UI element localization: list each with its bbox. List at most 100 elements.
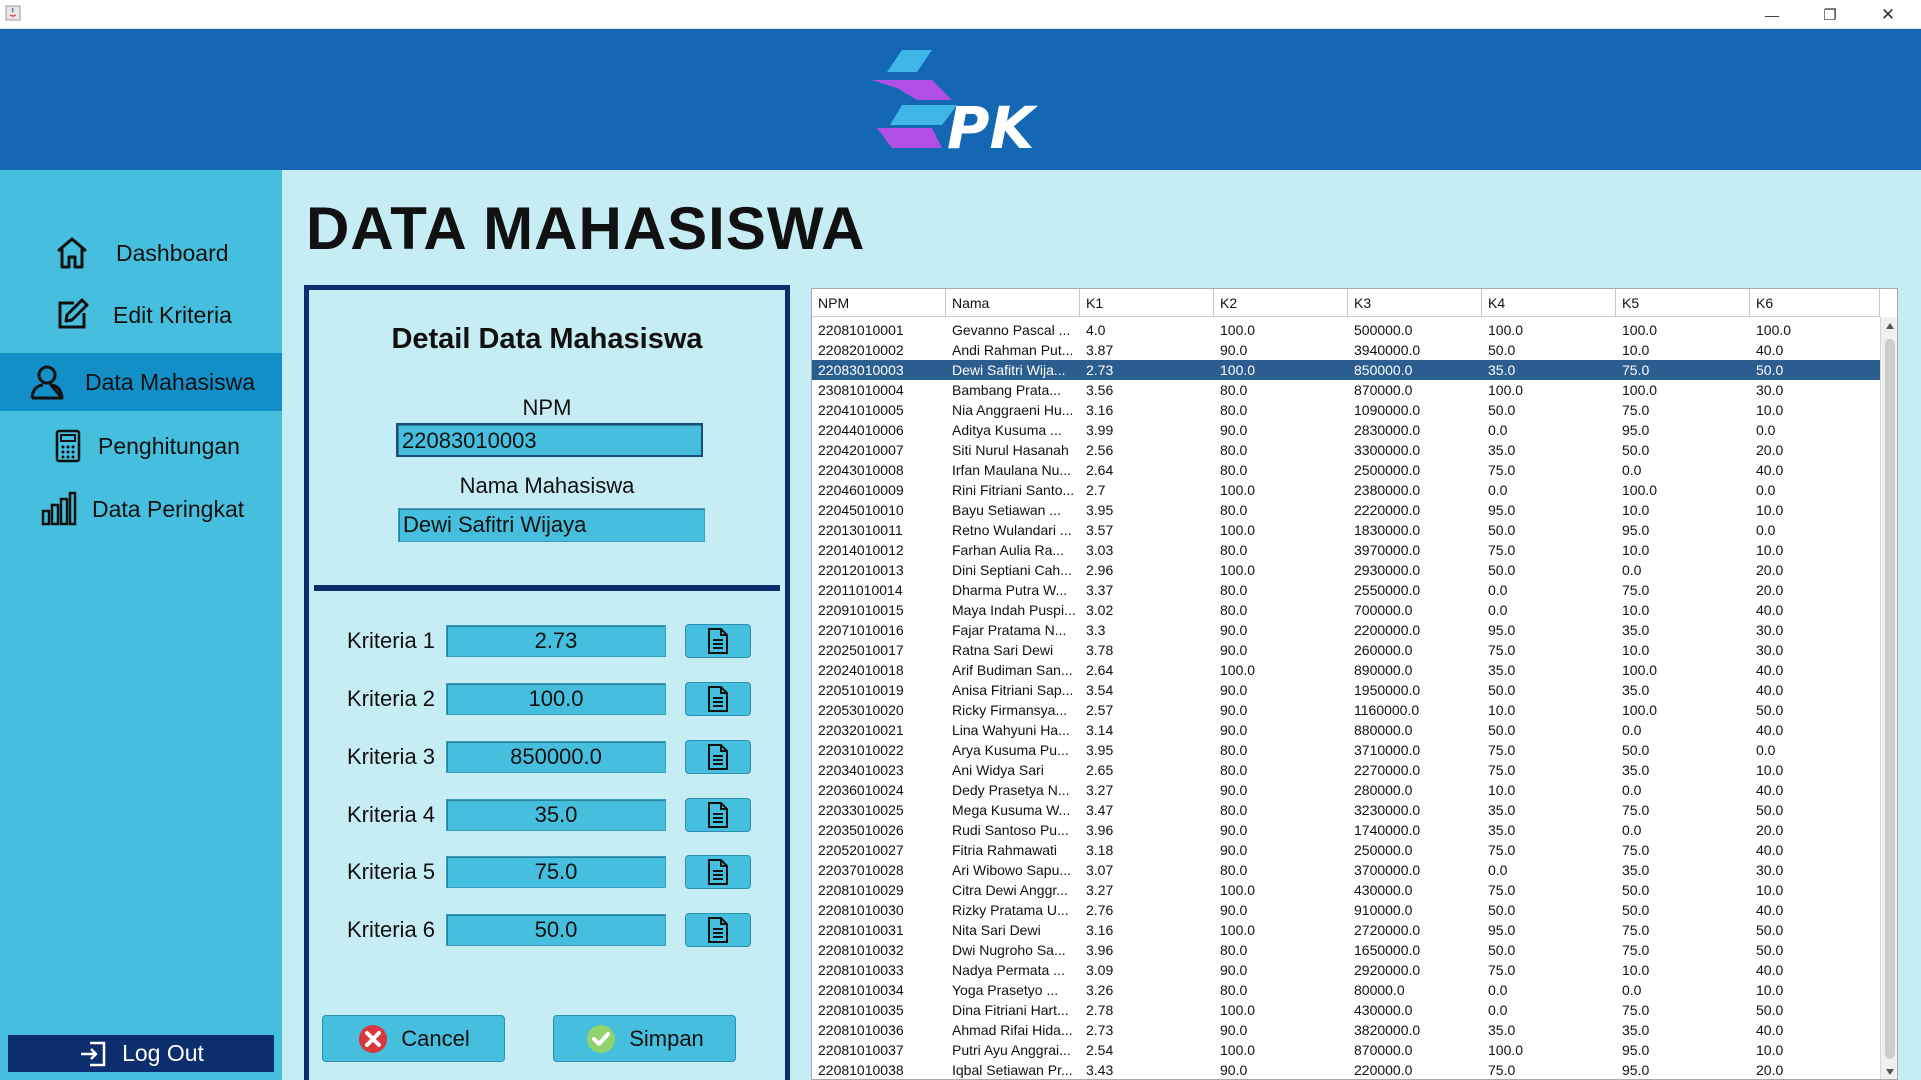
kriteria-4-field[interactable]: 35.0 xyxy=(446,799,666,831)
table-cell: 500000.0 xyxy=(1354,322,1413,338)
table-row[interactable]: 22031010022 Arya Kusuma Pu... 3.95 80.0 3710… xyxy=(812,740,1880,760)
table-row[interactable]: 22081010001 Gevanno Pascal ... 4.0 100.0 500… xyxy=(812,320,1880,340)
kriteria-5-field[interactable]: 75.0 xyxy=(446,856,666,888)
table-row[interactable]: 22032010021 Lina Wahyuni Ha... 3.14 90.0 880… xyxy=(812,720,1880,740)
table-cell: 850000.0 xyxy=(1354,362,1413,378)
column-header[interactable]: K5 xyxy=(1616,289,1750,317)
table-cell: 2200000.0 xyxy=(1354,622,1421,638)
table-cell: 0.0 xyxy=(1488,602,1508,618)
nama-field[interactable]: Dewi Safitri Wijaya xyxy=(398,508,705,542)
table-row[interactable]: 22036010024 Dedy Prasetya N... 3.27 90.0 280… xyxy=(812,780,1880,800)
column-header[interactable]: NPM xyxy=(812,289,946,317)
table-cell: 3230000.0 xyxy=(1354,802,1421,818)
table-row[interactable]: 22081010035 Dina Fitriani Hart... 2.78 100.… xyxy=(812,1000,1880,1020)
table-row[interactable]: 22034010023 Ani Widya Sari 2.65 80.0 2270000… xyxy=(812,760,1880,780)
table-row[interactable]: 22041010005 Nia Anggraeni Hu... 3.16 80.0 10… xyxy=(812,400,1880,420)
table-row[interactable]: 22081010038 Iqbal Setiawan Pr... 3.43 90.0 2… xyxy=(812,1060,1880,1079)
table-row[interactable]: 22081010033 Nadya Permata ... 3.09 90.0 2920… xyxy=(812,960,1880,980)
sidebar-item-data-mahasiswa[interactable]: Data Mahasiswa xyxy=(0,353,282,411)
table-row[interactable]: 22043010008 Irfan Maulana Nu... 2.64 80.0 25… xyxy=(812,460,1880,480)
table-row[interactable]: 22083010003 Dewi Safitri Wija... 2.73 100.0… xyxy=(812,360,1880,380)
restore-button[interactable]: ❐ xyxy=(1801,0,1859,29)
table-cell: Rizky Pratama U... xyxy=(952,902,1069,918)
table-row[interactable]: 22081010032 Dwi Nugroho Sa... 3.96 80.0 1650… xyxy=(812,940,1880,960)
kriteria-6-field[interactable]: 50.0 xyxy=(446,914,666,946)
table-cell: 2930000.0 xyxy=(1354,562,1421,578)
column-header[interactable]: K3 xyxy=(1348,289,1482,317)
kriteria-4-label: Kriteria 4 xyxy=(347,802,436,827)
table-row[interactable]: 22081010030 Rizky Pratama U... 2.76 90.0 910… xyxy=(812,900,1880,920)
column-header[interactable]: Nama xyxy=(946,289,1080,317)
table-cell: 1950000.0 xyxy=(1354,682,1421,698)
column-header[interactable]: K2 xyxy=(1214,289,1348,317)
table-cell: 30.0 xyxy=(1756,642,1784,658)
table-cell: 3.96 xyxy=(1086,822,1114,838)
table-row[interactable]: 22091010015 Maya Indah Puspi... 3.02 80.0 70… xyxy=(812,600,1880,620)
table-row[interactable]: 22051010019 Anisa Fitriani Sap... 3.54 90.0… xyxy=(812,680,1880,700)
table-cell: 100.0 xyxy=(1488,1042,1524,1058)
table-row[interactable]: 22037010028 Ari Wibowo Sapu... 3.07 80.0 370… xyxy=(812,860,1880,880)
table-row[interactable]: 22014010012 Farhan Aulia Ra... 3.03 80.0 397… xyxy=(812,540,1880,560)
column-header[interactable]: K4 xyxy=(1482,289,1616,317)
column-header[interactable]: K1 xyxy=(1080,289,1214,317)
table-row[interactable]: 22025010017 Ratna Sari Dewi 3.78 90.0 260000… xyxy=(812,640,1880,660)
table-row[interactable]: 22033010025 Mega Kusuma W... 3.47 80.0 32300… xyxy=(812,800,1880,820)
scroll-thumb[interactable] xyxy=(1885,339,1895,1059)
table-cell: 3.26 xyxy=(1086,982,1114,998)
kriteria-2-detail-button[interactable] xyxy=(685,682,751,716)
kriteria-1-field[interactable]: 2.73 xyxy=(446,625,666,657)
sidebar-item-dashboard[interactable]: Dashboard xyxy=(0,224,282,282)
table-row[interactable]: 22011010014 Dharma Putra W... 3.37 80.0 2550… xyxy=(812,580,1880,600)
kriteria-6-detail-button[interactable] xyxy=(685,913,751,947)
table-row[interactable]: 22046010009 Rini Fitriani Santo... 2.7 100.… xyxy=(812,480,1880,500)
logout-button[interactable]: Log Out xyxy=(8,1035,274,1072)
sidebar-item-penghitungan[interactable]: Penghitungan xyxy=(0,417,282,475)
table-row[interactable]: 22081010031 Nita Sari Dewi 3.16 100.0 272000… xyxy=(812,920,1880,940)
table-row[interactable]: 22081010034 Yoga Prasetyo ... 3.26 80.0 8000… xyxy=(812,980,1880,1000)
table-row[interactable]: 22013010011 Retno Wulandari ... 3.57 100.0 1… xyxy=(812,520,1880,540)
table-row[interactable]: 22081010029 Citra Dewi Anggr... 3.27 100.0 4… xyxy=(812,880,1880,900)
table-row[interactable]: 22012010013 Dini Septiani Cah... 2.96 100.0… xyxy=(812,560,1880,580)
scroll-up-button[interactable] xyxy=(1881,317,1897,335)
table-row[interactable]: 22024010018 Arif Budiman San... 2.64 100.0 8… xyxy=(812,660,1880,680)
table-row[interactable]: 22044010006 Aditya Kusuma ... 3.99 90.0 2830… xyxy=(812,420,1880,440)
table-row[interactable]: 22035010026 Rudi Santoso Pu... 3.96 90.0 174… xyxy=(812,820,1880,840)
table-cell: 75.0 xyxy=(1488,542,1516,558)
sidebar-item-data-peringkat[interactable]: Data Peringkat xyxy=(0,480,282,538)
table-cell: 22081010031 xyxy=(818,922,904,938)
table-cell: 80.0 xyxy=(1220,982,1248,998)
table-row[interactable]: 22045010010 Bayu Setiawan ... 3.95 80.0 2220… xyxy=(812,500,1880,520)
column-header[interactable]: K6 xyxy=(1750,289,1880,317)
kriteria-3-detail-button[interactable] xyxy=(685,740,751,774)
kriteria-2-field[interactable]: 100.0 xyxy=(446,683,666,715)
table-row[interactable]: 22042010007 Siti Nurul Hasanah 2.56 80.0 330… xyxy=(812,440,1880,460)
table-row[interactable]: 22052010027 Fitria Rahmawati 3.18 90.0 25000… xyxy=(812,840,1880,860)
table-cell: 3.56 xyxy=(1086,382,1114,398)
kriteria-3-field[interactable]: 850000.0 xyxy=(446,741,666,773)
table-cell: 90.0 xyxy=(1220,1022,1248,1038)
sidebar: Dashboard Edit Kriteria Data Mahasiswa P… xyxy=(0,170,282,1080)
table-row[interactable]: 22053010020 Ricky Firmansya... 2.57 90.0 116… xyxy=(812,700,1880,720)
table-cell: 0.0 xyxy=(1622,462,1642,478)
cancel-button[interactable]: Cancel xyxy=(322,1015,505,1062)
sidebar-item-edit-kriteria[interactable]: Edit Kriteria xyxy=(0,286,282,344)
close-window-button[interactable]: ✕ xyxy=(1859,0,1917,29)
table-row[interactable]: 22081010037 Putri Ayu Anggrai... 2.54 100.0… xyxy=(812,1040,1880,1060)
npm-field[interactable]: 22083010003 xyxy=(396,423,703,457)
table-row[interactable]: 23081010004 Bambang Prata... 3.56 80.0 87000… xyxy=(812,380,1880,400)
document-icon xyxy=(708,859,728,885)
kriteria-1-detail-button[interactable] xyxy=(685,624,751,658)
scroll-down-button[interactable] xyxy=(1881,1063,1897,1079)
kriteria-5-detail-button[interactable] xyxy=(685,855,751,889)
table-cell: Nita Sari Dewi xyxy=(952,922,1041,938)
vertical-scrollbar[interactable] xyxy=(1880,317,1897,1079)
table-cell: Lina Wahyuni Ha... xyxy=(952,722,1070,738)
table-row[interactable]: 22081010036 Ahmad Rifai Hida... 2.73 90.0 38… xyxy=(812,1020,1880,1040)
table-cell: Putri Ayu Anggrai... xyxy=(952,1042,1071,1058)
table-row[interactable]: 22071010016 Fajar Pratama N... 3.3 90.0 2200… xyxy=(812,620,1880,640)
kriteria-4-detail-button[interactable] xyxy=(685,798,751,832)
save-button[interactable]: Simpan xyxy=(553,1015,736,1062)
table-cell: Iqbal Setiawan Pr... xyxy=(952,1062,1073,1078)
table-row[interactable]: 22082010002 Andi Rahman Put... 3.87 90.0 394… xyxy=(812,340,1880,360)
minimize-button[interactable]: — xyxy=(1743,0,1801,29)
